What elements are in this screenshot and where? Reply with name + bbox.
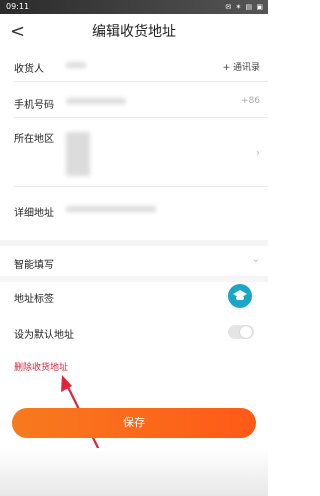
bottom-area	[0, 448, 268, 496]
save-button[interactable]: 保存	[12, 408, 256, 438]
